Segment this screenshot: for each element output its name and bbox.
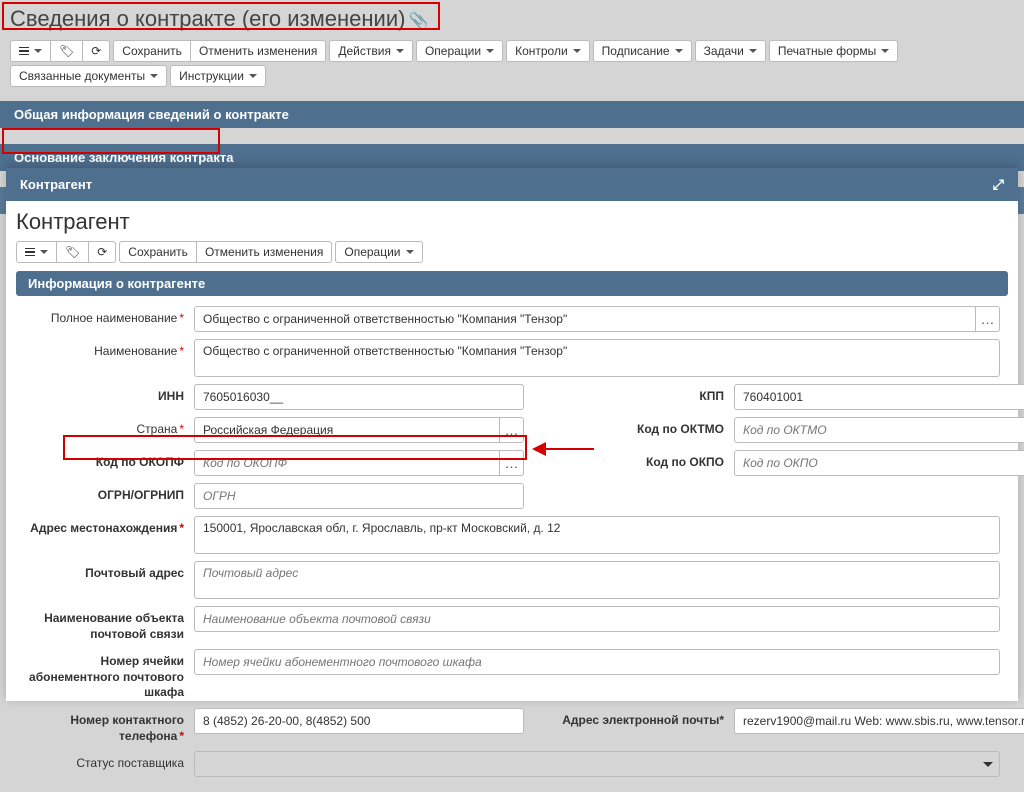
dropdown-supplier-status[interactable]	[194, 751, 1000, 777]
section-general-info[interactable]: Общая информация сведений о контракте	[0, 101, 1024, 128]
input-full-name[interactable]	[194, 306, 976, 332]
input-okpo[interactable]	[734, 450, 1024, 476]
input-email[interactable]	[734, 708, 1024, 734]
modal-cancel-button[interactable]: Отменить изменения	[197, 241, 332, 263]
label-inn: ИНН	[24, 384, 194, 405]
modal-menu-button[interactable]	[16, 241, 57, 263]
label-email: Адрес электронной почты*	[544, 708, 734, 727]
counterparty-modal: Контрагент ⤢ Контрагент 🏷 ⟳ Сохранить От…	[6, 168, 1018, 701]
input-address[interactable]	[194, 516, 1000, 554]
label-full-name: Полное наименование*	[24, 306, 194, 327]
modal-tag-button[interactable]: 🏷	[57, 241, 89, 263]
cancel-button[interactable]: Отменить изменения	[191, 40, 326, 62]
modal-title: Контрагент	[16, 209, 1008, 235]
instructions-dropdown[interactable]: Инструкции	[170, 65, 266, 87]
label-po-box: Номер ячейки абонементного почтового шка…	[24, 649, 194, 701]
lookup-okopf[interactable]: …	[500, 450, 524, 476]
input-phone[interactable]	[194, 708, 524, 734]
tag-button[interactable]: 🏷	[51, 40, 83, 62]
lookup-country[interactable]: …	[500, 417, 524, 443]
label-country: Страна*	[24, 417, 194, 438]
label-okopf: Код по ОКОПФ	[24, 450, 194, 471]
save-button[interactable]: Сохранить	[113, 40, 191, 62]
main-toolbar: 🏷 ⟳ Сохранить Отменить изменения Действи…	[0, 38, 1024, 89]
modal-operations-dropdown[interactable]: Операции	[335, 241, 422, 263]
input-country[interactable]	[194, 417, 500, 443]
label-phone: Номер контактного телефона*	[24, 708, 194, 744]
label-kpp: КПП	[544, 384, 734, 403]
label-oktmo: Код по ОКТМО	[544, 417, 734, 436]
section-contract-basis[interactable]: Основание заключения контракта	[0, 144, 1024, 171]
lookup-full-name[interactable]: …	[976, 306, 1000, 332]
controls-dropdown[interactable]: Контроли	[506, 40, 590, 62]
input-po-box[interactable]	[194, 649, 1000, 675]
modal-history-button[interactable]: ⟳	[89, 241, 116, 263]
input-postal-address[interactable]	[194, 561, 1000, 599]
input-postal-object[interactable]	[194, 606, 1000, 632]
input-inn[interactable]	[194, 384, 524, 410]
signing-dropdown[interactable]: Подписание	[593, 40, 692, 62]
related-docs-dropdown[interactable]: Связанные документы	[10, 65, 167, 87]
label-address: Адрес местонахождения*	[24, 516, 194, 537]
label-postal-object: Наименование объекта почтовой связи	[24, 606, 194, 642]
input-okopf[interactable]	[194, 450, 500, 476]
history-button[interactable]: ⟳	[83, 40, 110, 62]
actions-dropdown[interactable]: Действия	[329, 40, 413, 62]
input-ogrn[interactable]	[194, 483, 524, 509]
label-ogrn: ОГРН/ОГРНИП	[24, 483, 194, 504]
input-name[interactable]	[194, 339, 1000, 377]
label-supplier-status: Статус поставщика	[24, 751, 194, 772]
paperclip-icon[interactable]: 📎	[408, 13, 428, 30]
modal-section-header: Информация о контрагенте	[16, 271, 1008, 296]
input-oktmo[interactable]	[734, 417, 1024, 443]
expand-icon[interactable]: ⤢	[993, 176, 1004, 193]
modal-header-title: Контрагент	[20, 177, 92, 192]
input-kpp[interactable]	[734, 384, 1024, 410]
label-okpo: Код по ОКПО	[544, 450, 734, 469]
operations-dropdown[interactable]: Операции	[416, 40, 503, 62]
label-postal-address: Почтовый адрес	[24, 561, 194, 582]
label-name: Наименование*	[24, 339, 194, 360]
menu-button[interactable]	[10, 40, 51, 62]
chevron-down-icon	[983, 762, 993, 767]
modal-save-button[interactable]: Сохранить	[119, 241, 197, 263]
print-forms-dropdown[interactable]: Печатные формы	[769, 40, 898, 62]
page-title: Сведения о контракте (его изменении)📎	[0, 0, 1024, 38]
tasks-dropdown[interactable]: Задачи	[695, 40, 766, 62]
